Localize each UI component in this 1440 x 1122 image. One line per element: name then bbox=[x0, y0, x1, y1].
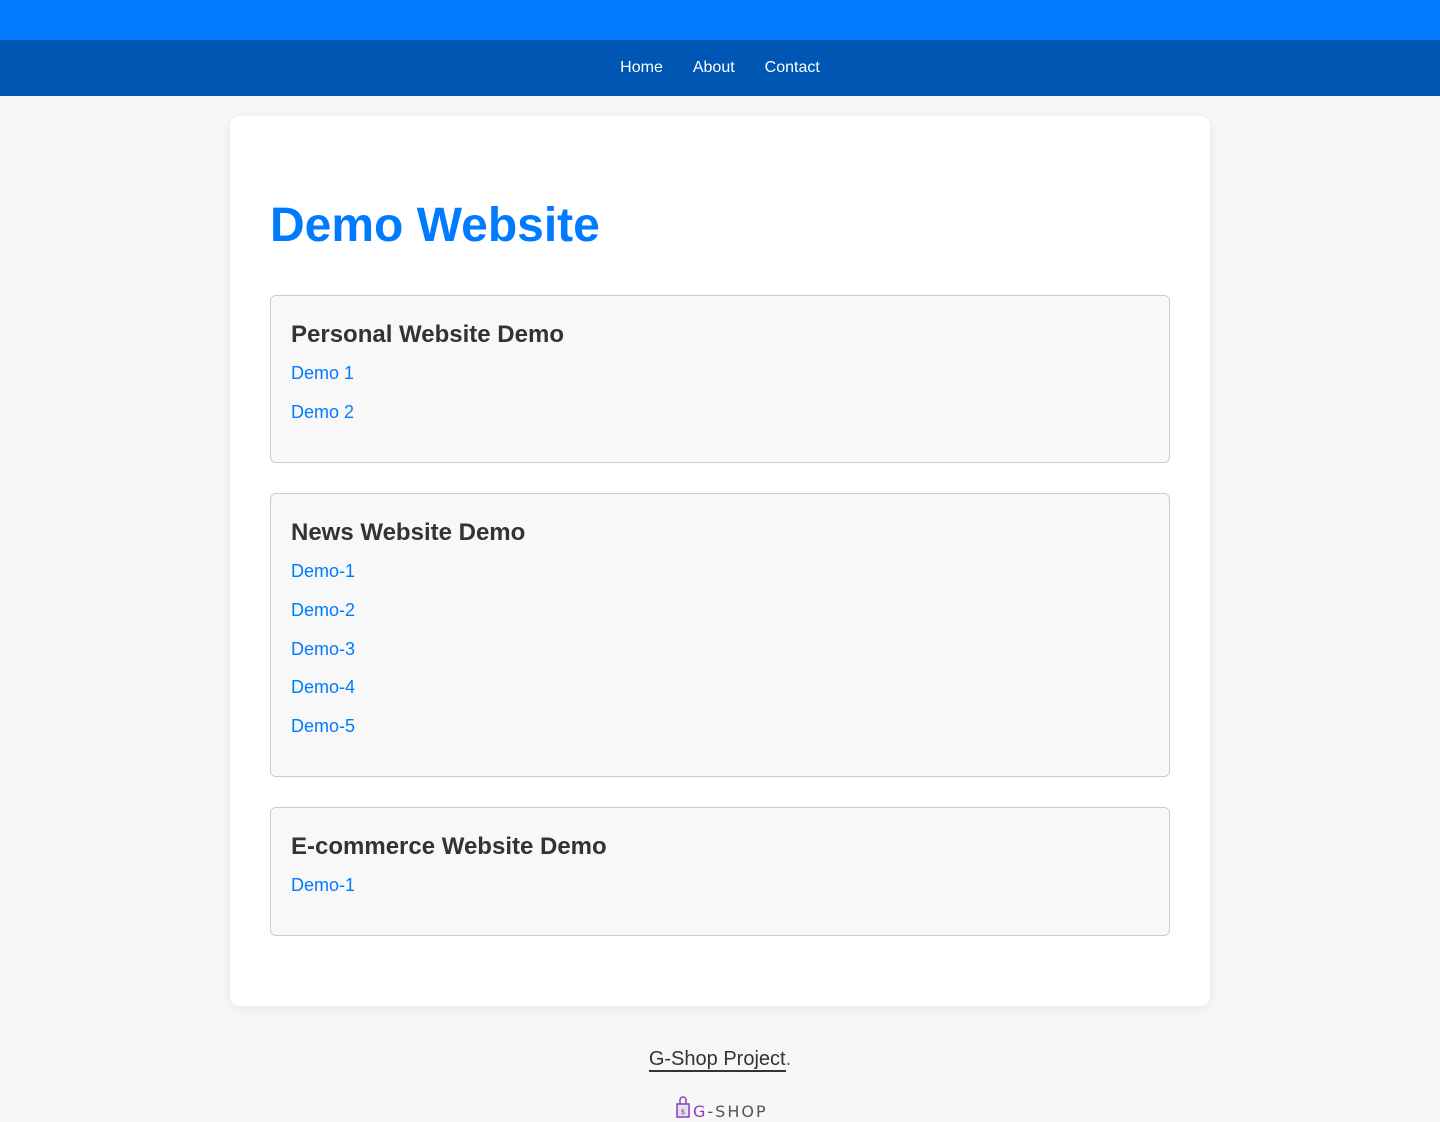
demo-link[interactable]: Demo-3 bbox=[291, 638, 1149, 660]
nav-home-link[interactable]: Home bbox=[620, 59, 663, 77]
section-title: Personal Website Demo bbox=[291, 321, 564, 348]
demo-link[interactable]: Demo-1 bbox=[291, 874, 1149, 896]
svg-text:$: $ bbox=[681, 1108, 685, 1116]
g-shop-logo: $ G-SHOP bbox=[676, 1096, 768, 1122]
footer-period: . bbox=[785, 1048, 792, 1070]
demo-link[interactable]: Demo-4 bbox=[291, 676, 1149, 698]
section-ecommerce-demo: E-commerce Website Demo Demo-1 bbox=[270, 807, 1170, 936]
section-title: E-commerce Website Demo bbox=[291, 833, 607, 860]
footer: G-Shop Project. bbox=[0, 1048, 1440, 1072]
main-nav: Home About Contact bbox=[0, 40, 1440, 96]
g-shop-project-link[interactable]: G-Shop Project bbox=[648, 1048, 786, 1072]
nav-contact-link[interactable]: Contact bbox=[765, 59, 820, 77]
top-bar bbox=[0, 0, 1440, 40]
demo-link[interactable]: Demo-2 bbox=[291, 599, 1149, 621]
demo-link[interactable]: Demo 1 bbox=[291, 362, 1149, 384]
logo-text: G-SHOP bbox=[693, 1102, 768, 1121]
main-card: Demo Website Personal Website Demo Demo … bbox=[230, 116, 1210, 1006]
shopping-bag-icon: $ bbox=[676, 1096, 690, 1122]
section-personal-demo: Personal Website Demo Demo 1 Demo 2 bbox=[270, 295, 1170, 463]
demo-link[interactable]: Demo-1 bbox=[291, 560, 1149, 582]
nav-about-link[interactable]: About bbox=[693, 59, 735, 77]
demo-link[interactable]: Demo-5 bbox=[291, 715, 1149, 737]
page-title: Demo Website bbox=[270, 199, 600, 252]
section-title: News Website Demo bbox=[291, 519, 526, 546]
section-news-demo: News Website Demo Demo-1 Demo-2 Demo-3 D… bbox=[270, 493, 1170, 777]
demo-link[interactable]: Demo 2 bbox=[291, 401, 1149, 423]
